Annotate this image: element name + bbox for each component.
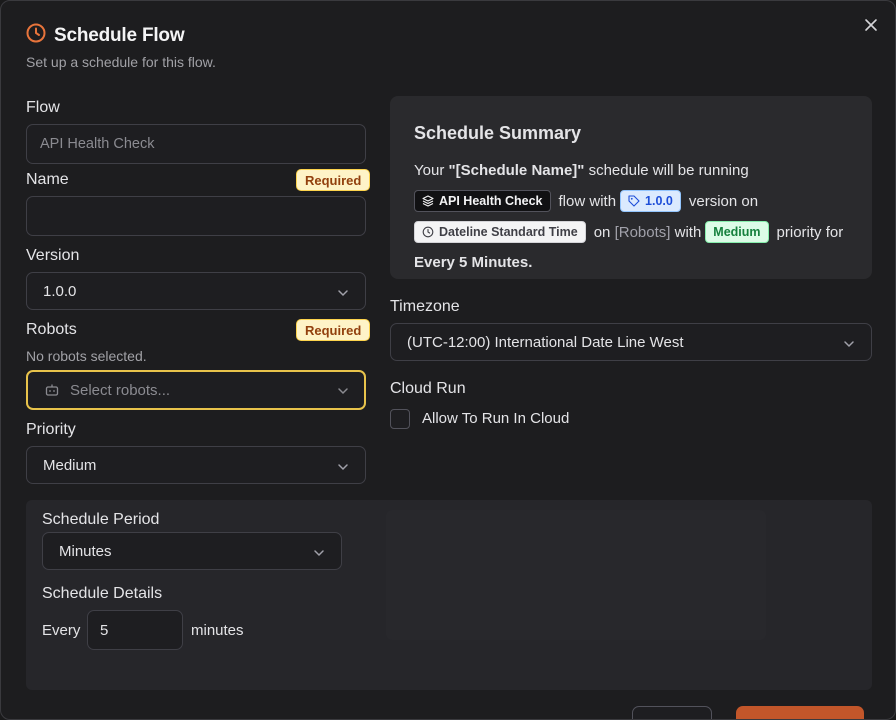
cancel-button[interactable]	[632, 706, 712, 719]
schedule-period-select[interactable]: Minutes	[42, 532, 342, 570]
summary-text: on	[593, 223, 611, 241]
allow-cloud-label[interactable]: Allow To Run In Cloud	[422, 410, 569, 427]
schedule-period-panel: Schedule Period Minutes Schedule Details…	[26, 500, 872, 690]
summary-schedule-name: "[Schedule Name]"	[448, 162, 585, 179]
cloud-run-label: Cloud Run	[390, 380, 466, 397]
schedule-flow-dialog: Schedule Flow Set up a schedule for this…	[0, 0, 896, 720]
tag-icon	[628, 195, 640, 207]
robots-label: Robots	[26, 321, 77, 338]
timezone-label: Timezone	[390, 298, 460, 315]
dialog-header: Schedule Flow	[26, 23, 185, 48]
version-select[interactable]: 1.0.0	[26, 272, 366, 310]
summary-text: flow with	[558, 192, 617, 210]
clock-icon	[422, 226, 434, 238]
summary-flow-chip: API Health Check	[414, 190, 551, 212]
summary-text: schedule will be running	[588, 162, 749, 179]
summary-text: Your	[414, 162, 445, 179]
summary-robots: [Robots]	[614, 223, 671, 241]
dialog-subtitle: Set up a schedule for this flow.	[26, 54, 216, 70]
version-label: Version	[26, 247, 80, 264]
priority-value: Medium	[43, 456, 97, 474]
close-icon	[864, 18, 878, 37]
schedule-period-value: Minutes	[59, 542, 112, 560]
flow-label: Flow	[26, 99, 60, 116]
summary-flow-chip-label: API Health Check	[439, 194, 543, 208]
summary-priority-chip: Medium	[705, 221, 769, 243]
summary-timezone-chip-label: Dateline Standard Time	[439, 225, 578, 239]
interval-input[interactable]: 5	[87, 610, 183, 650]
priority-label: Priority	[26, 421, 76, 438]
priority-select[interactable]: Medium	[26, 446, 366, 484]
name-required-badge: Required	[296, 169, 371, 191]
summary-line-1: Your "[Schedule Name]" schedule will be …	[414, 162, 749, 179]
summary-line-3: Dateline Standard Time on [Robots] with …	[414, 221, 843, 243]
chevron-down-icon	[337, 384, 349, 401]
chevron-down-icon	[337, 286, 349, 303]
unit-text: minutes	[191, 622, 244, 639]
timezone-value: (UTC-12:00) International Date Line West	[407, 333, 684, 351]
summary-text: with	[674, 223, 702, 241]
schedule-summary-panel: Schedule Summary Your "[Schedule Name]" …	[390, 96, 872, 279]
robots-select[interactable]: Select robots...	[26, 370, 366, 410]
robots-required-badge: Required	[296, 319, 371, 341]
chevron-down-icon	[337, 460, 349, 477]
summary-title: Schedule Summary	[414, 123, 582, 143]
layers-icon	[422, 195, 434, 207]
chevron-down-icon	[313, 546, 325, 563]
chevron-down-icon	[843, 337, 855, 354]
robots-placeholder: Select robots...	[70, 381, 171, 399]
every-text: Every	[42, 622, 81, 639]
save-button[interactable]	[736, 706, 864, 719]
robot-icon	[44, 382, 60, 398]
timezone-select[interactable]: (UTC-12:00) International Date Line West	[390, 323, 872, 361]
schedule-period-label: Schedule Period	[42, 511, 160, 528]
schedule-details-label: Schedule Details	[42, 585, 163, 602]
summary-line-2: API Health Check flow with 1.0.0 version…	[414, 190, 758, 212]
dialog-title: Schedule Flow	[54, 24, 185, 46]
flow-value: API Health Check	[40, 136, 155, 152]
summary-text: priority for	[776, 223, 844, 241]
summary-version-chip-label: 1.0.0	[645, 194, 673, 208]
summary-version-chip: 1.0.0	[620, 190, 681, 212]
close-button[interactable]	[859, 15, 883, 39]
summary-timezone-chip: Dateline Standard Time	[414, 221, 586, 243]
panel-background-area	[386, 510, 766, 640]
version-value: 1.0.0	[43, 282, 77, 300]
summary-frequency: Every 5 Minutes.	[414, 254, 533, 271]
flow-field: API Health Check	[26, 124, 366, 164]
name-input[interactable]	[26, 196, 366, 236]
clock-icon	[26, 23, 46, 48]
summary-text: version on	[688, 192, 759, 210]
name-label: Name	[26, 171, 69, 188]
allow-cloud-checkbox[interactable]	[390, 409, 410, 429]
interval-value: 5	[100, 621, 109, 639]
robots-hint: No robots selected.	[26, 348, 147, 364]
